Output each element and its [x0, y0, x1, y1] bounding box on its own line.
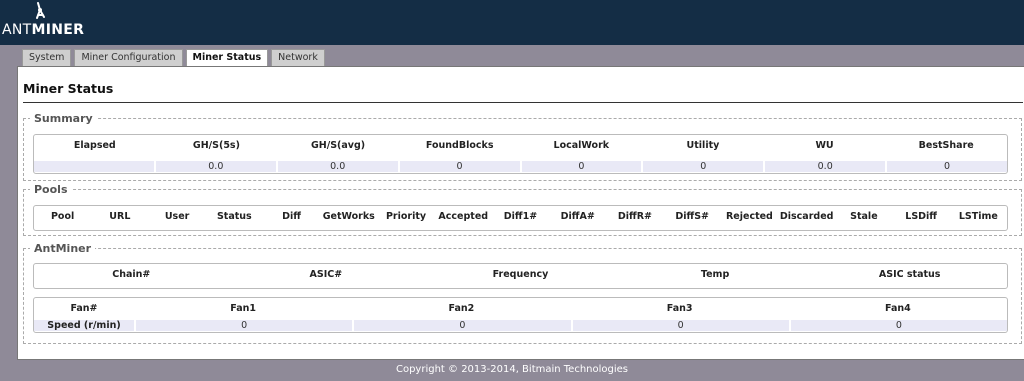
pools-header: GetWorks	[322, 211, 375, 222]
tab-network[interactable]: Network	[271, 49, 325, 66]
pools-header-row: Pool URL User Status Diff GetWorks Prior…	[34, 209, 1007, 225]
chain-table: Chain# ASIC# Frequency Temp ASIC status	[33, 263, 1008, 289]
pools-header: LSTime	[958, 211, 998, 222]
title-divider	[23, 102, 1023, 103]
fan-speed-cell: 0	[570, 320, 789, 331]
footer-copyright: Copyright © 2013-2014, Bitmain Technolog…	[395, 364, 629, 375]
chain-header: ASIC status	[878, 269, 941, 280]
fan-speed-row: Speed (r/min) 0 0 0 0	[34, 320, 1007, 331]
pools-header: Discarded	[779, 211, 834, 222]
pools-header: Status	[216, 211, 252, 222]
pools-header: Diff1#	[503, 211, 538, 222]
brand-suffix: MINER	[31, 22, 85, 38]
summary-cell: 0	[519, 161, 642, 172]
summary-header: GH/S(5s)	[192, 140, 240, 151]
pools-header: Rejected	[725, 211, 773, 222]
summary-header: WU	[815, 140, 834, 151]
fan-header-row: Fan# Fan1 Fan2 Fan3 Fan4	[34, 301, 1007, 317]
summary-table: Elapsed GH/S(5s) GH/S(avg) FoundBlocks L…	[33, 134, 1008, 174]
chain-header: Temp	[700, 269, 730, 280]
pools-header: Stale	[850, 211, 878, 222]
fan-speed-cell: 0	[788, 320, 1007, 331]
antminer-legend: AntMiner	[34, 242, 92, 255]
summary-cell: 0.0	[763, 161, 885, 172]
summary-cell: 0	[885, 161, 1007, 172]
pools-table: Pool URL User Status Diff GetWorks Prior…	[33, 205, 1008, 231]
summary-header: GH/S(avg)	[310, 140, 366, 151]
fan-header: Fan2	[448, 303, 475, 314]
fan-header: Fan1	[230, 303, 256, 314]
fan-speed-cell: 0	[134, 320, 352, 331]
antminer-logo: ANTMINER	[2, 2, 85, 42]
pools-header: DiffR#	[617, 211, 653, 222]
top-bar: ANTMINER	[0, 0, 1024, 45]
pools-header: Diff	[282, 211, 301, 222]
pools-header: Pool	[50, 211, 75, 222]
pools-header: Priority	[385, 211, 427, 222]
pools-header: User	[164, 211, 190, 222]
chain-header: Chain#	[112, 269, 151, 280]
fan-header: Fan3	[666, 303, 693, 314]
summary-cell: 0.0	[153, 161, 276, 172]
summary-header: FoundBlocks	[425, 140, 494, 151]
main-content: Miner Status Summary Elapsed GH/S(5s) GH…	[17, 66, 1024, 360]
tab-miner-configuration[interactable]: Miner Configuration	[74, 49, 183, 66]
chain-header: ASIC#	[309, 269, 343, 280]
pools-legend: Pools	[34, 183, 68, 196]
tab-system[interactable]: System	[22, 49, 72, 66]
summary-legend: Summary	[34, 112, 93, 125]
pools-header: Accepted	[438, 211, 489, 222]
summary-cell	[34, 161, 154, 172]
page-title: Miner Status	[23, 81, 114, 96]
summary-header: Elapsed	[73, 140, 116, 151]
pools-header: DiffS#	[675, 211, 710, 222]
summary-header: BestShare	[918, 140, 974, 151]
brand-prefix: ANT	[2, 22, 32, 38]
summary-cell: 0.0	[275, 161, 398, 172]
fan-header: Fan#	[70, 303, 98, 314]
ant-logo-icon	[36, 2, 45, 19]
fan-header: Fan4	[885, 303, 911, 314]
fan-speed-cell: 0	[352, 320, 570, 331]
tab-bar: System Miner Configuration Miner Status …	[22, 49, 328, 67]
summary-value-row: 0.0 0.0 0 0 0 0.0 0	[34, 161, 1007, 172]
summary-header: Utility	[686, 140, 720, 151]
pools-header: LSDiff	[905, 211, 937, 222]
pools-header: DiffA#	[560, 211, 595, 222]
pools-header: URL	[109, 211, 131, 222]
chain-header: Frequency	[492, 269, 549, 280]
fan-speed-label: Speed (r/min)	[47, 320, 121, 331]
fan-table: Fan# Fan1 Fan2 Fan3 Fan4 Speed (r/min) 0…	[33, 297, 1008, 333]
summary-cell: 0	[397, 161, 520, 172]
summary-header: LocalWork	[553, 140, 610, 151]
chain-header-row: Chain# ASIC# Frequency Temp ASIC status	[34, 267, 1007, 283]
tab-miner-status[interactable]: Miner Status	[185, 49, 269, 67]
summary-header-row: Elapsed GH/S(5s) GH/S(avg) FoundBlocks L…	[34, 138, 1007, 154]
summary-cell: 0	[641, 161, 763, 172]
